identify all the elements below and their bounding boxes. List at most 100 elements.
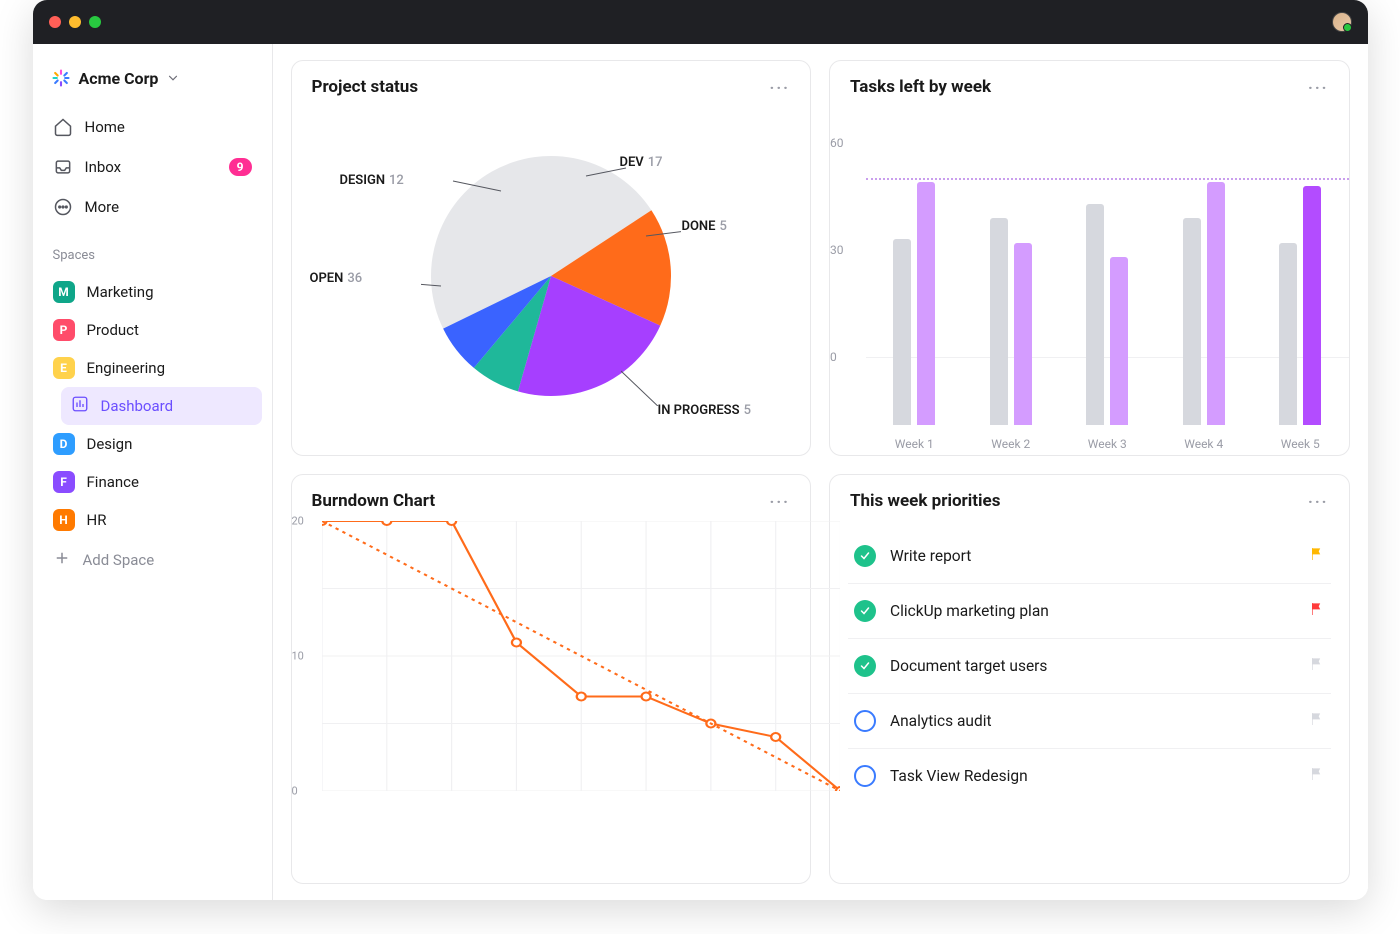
- priority-item[interactable]: Document target users: [848, 639, 1331, 694]
- window-controls: [49, 16, 101, 28]
- flag-icon[interactable]: [1309, 711, 1325, 731]
- priorities-list: Write report ClickUp marketing plan Docume…: [830, 521, 1349, 883]
- more-icon: [53, 197, 73, 217]
- card-title: Burndown Chart: [312, 491, 436, 511]
- card-menu-button[interactable]: ···: [770, 78, 790, 97]
- logo-icon: [51, 68, 71, 88]
- sidebar-space-finance[interactable]: FFinance: [43, 463, 262, 501]
- check-done-icon[interactable]: [854, 600, 876, 622]
- space-label: Marketing: [87, 283, 154, 301]
- axis-tick: 30: [830, 243, 844, 257]
- dashboard-label: Dashboard: [101, 397, 174, 415]
- home-icon: [53, 117, 73, 137]
- add-space-button[interactable]: Add Space: [43, 541, 262, 579]
- close-icon[interactable]: [49, 16, 61, 28]
- priority-item[interactable]: Write report: [848, 529, 1331, 584]
- org-switcher[interactable]: Acme Corp: [43, 60, 262, 96]
- card-menu-button[interactable]: ···: [770, 492, 790, 511]
- axis-category: Week 2: [991, 437, 1030, 451]
- pie-label-design: DESIGN12: [340, 173, 404, 188]
- nav-home[interactable]: Home: [43, 108, 262, 146]
- space-badge-icon: M: [53, 281, 75, 303]
- priority-item[interactable]: ClickUp marketing plan: [848, 584, 1331, 639]
- axis-tick: 60: [830, 136, 844, 150]
- pie-chart: DESIGN12 DEV17 DONE5 IN PROGRESS5 OPEN36: [292, 107, 811, 455]
- nav-more-label: More: [85, 198, 120, 216]
- titlebar: [33, 0, 1368, 44]
- main-content: Project status ··· DESIGN12 DEV17 DONE5 …: [273, 44, 1368, 900]
- sidebar-space-design[interactable]: D Design: [43, 425, 262, 463]
- app-window: Acme Corp Home Inbox 9 More Spaces: [33, 0, 1368, 900]
- inbox-badge: 9: [229, 158, 252, 176]
- card-tasks-left: Tasks left by week ··· 60 30 0 Week 1 Week 2…: [829, 60, 1350, 456]
- avatar[interactable]: [1332, 12, 1352, 32]
- sidebar-dashboard[interactable]: Dashboard: [61, 387, 262, 425]
- card-title: Project status: [312, 77, 419, 97]
- plus-icon: [53, 549, 71, 571]
- space-badge-icon: D: [53, 433, 75, 455]
- flag-icon[interactable]: [1309, 546, 1325, 566]
- maximize-icon[interactable]: [89, 16, 101, 28]
- space-badge-icon: H: [53, 509, 75, 531]
- space-badge-icon: F: [53, 471, 75, 493]
- nav-inbox-label: Inbox: [85, 158, 122, 176]
- card-title: Tasks left by week: [850, 77, 991, 97]
- bar-group: [1086, 204, 1128, 425]
- check-done-icon[interactable]: [854, 545, 876, 567]
- space-label: Design: [87, 435, 133, 453]
- space-badge-icon: P: [53, 319, 75, 341]
- priority-title: Task View Redesign: [890, 767, 1028, 785]
- axis-tick: 0: [292, 785, 298, 798]
- dashboard-icon: [71, 395, 89, 417]
- bar-group: [893, 182, 935, 425]
- flag-icon[interactable]: [1309, 656, 1325, 676]
- axis-tick: 20: [292, 515, 304, 528]
- check-done-icon[interactable]: [854, 655, 876, 677]
- check-open-icon[interactable]: [854, 710, 876, 732]
- sidebar-space-product[interactable]: P Product: [43, 311, 262, 349]
- nav-primary: Home Inbox 9 More: [43, 108, 262, 226]
- check-open-icon[interactable]: [854, 765, 876, 787]
- card-project-status: Project status ··· DESIGN12 DEV17 DONE5 …: [291, 60, 812, 456]
- space-badge-icon: E: [53, 357, 75, 379]
- spaces-list: M Marketing P Product E Engineering Dashboard D…: [43, 273, 262, 539]
- card-title: This week priorities: [850, 491, 1000, 511]
- axis-tick: 0: [830, 350, 837, 364]
- nav-inbox[interactable]: Inbox 9: [43, 148, 262, 186]
- axis-category: Week 4: [1184, 437, 1223, 451]
- spaces-label: Spaces: [43, 228, 262, 271]
- priority-item[interactable]: Analytics audit: [848, 694, 1331, 749]
- space-label: Engineering: [87, 359, 166, 377]
- pie-label-done: DONE5: [682, 219, 727, 234]
- axis-category: Week 5: [1281, 437, 1320, 451]
- burndown-chart: 20100: [292, 521, 811, 883]
- minimize-icon[interactable]: [69, 16, 81, 28]
- pie-svg: [421, 146, 681, 406]
- flag-icon[interactable]: [1309, 766, 1325, 786]
- space-label: HR: [87, 511, 107, 529]
- app-body: Acme Corp Home Inbox 9 More Spaces: [33, 44, 1368, 900]
- add-space-label: Add Space: [83, 551, 155, 569]
- sidebar-space-hr[interactable]: H HR: [43, 501, 262, 539]
- flag-icon[interactable]: [1309, 601, 1325, 621]
- sidebar-space-marketing[interactable]: M Marketing: [43, 273, 262, 311]
- chevron-down-icon: [166, 71, 180, 85]
- pie-label-open: OPEN36: [310, 271, 363, 286]
- bar-group: [1279, 186, 1321, 425]
- org-name: Acme Corp: [79, 69, 159, 88]
- priority-title: Write report: [890, 547, 971, 565]
- card-menu-button[interactable]: ···: [1308, 78, 1328, 97]
- pie-label-inprog: IN PROGRESS5: [658, 403, 751, 418]
- priority-item[interactable]: Task View Redesign: [848, 749, 1331, 803]
- priority-title: Document target users: [890, 657, 1047, 675]
- axis-category: Week 1: [895, 437, 934, 451]
- sidebar-space-engineering[interactable]: E Engineering: [43, 349, 262, 387]
- card-menu-button[interactable]: ···: [1308, 492, 1328, 511]
- card-priorities: This week priorities ··· Write report Cli…: [829, 474, 1350, 884]
- card-burndown: Burndown Chart ··· 20100: [291, 474, 812, 884]
- nav-more[interactable]: More: [43, 188, 262, 226]
- space-label: Product: [87, 321, 139, 339]
- priority-title: Analytics audit: [890, 712, 992, 730]
- bar-chart: 60300Week 1Week 2Week 3Week 4Week 5: [830, 107, 1349, 455]
- bar-group: [1183, 182, 1225, 425]
